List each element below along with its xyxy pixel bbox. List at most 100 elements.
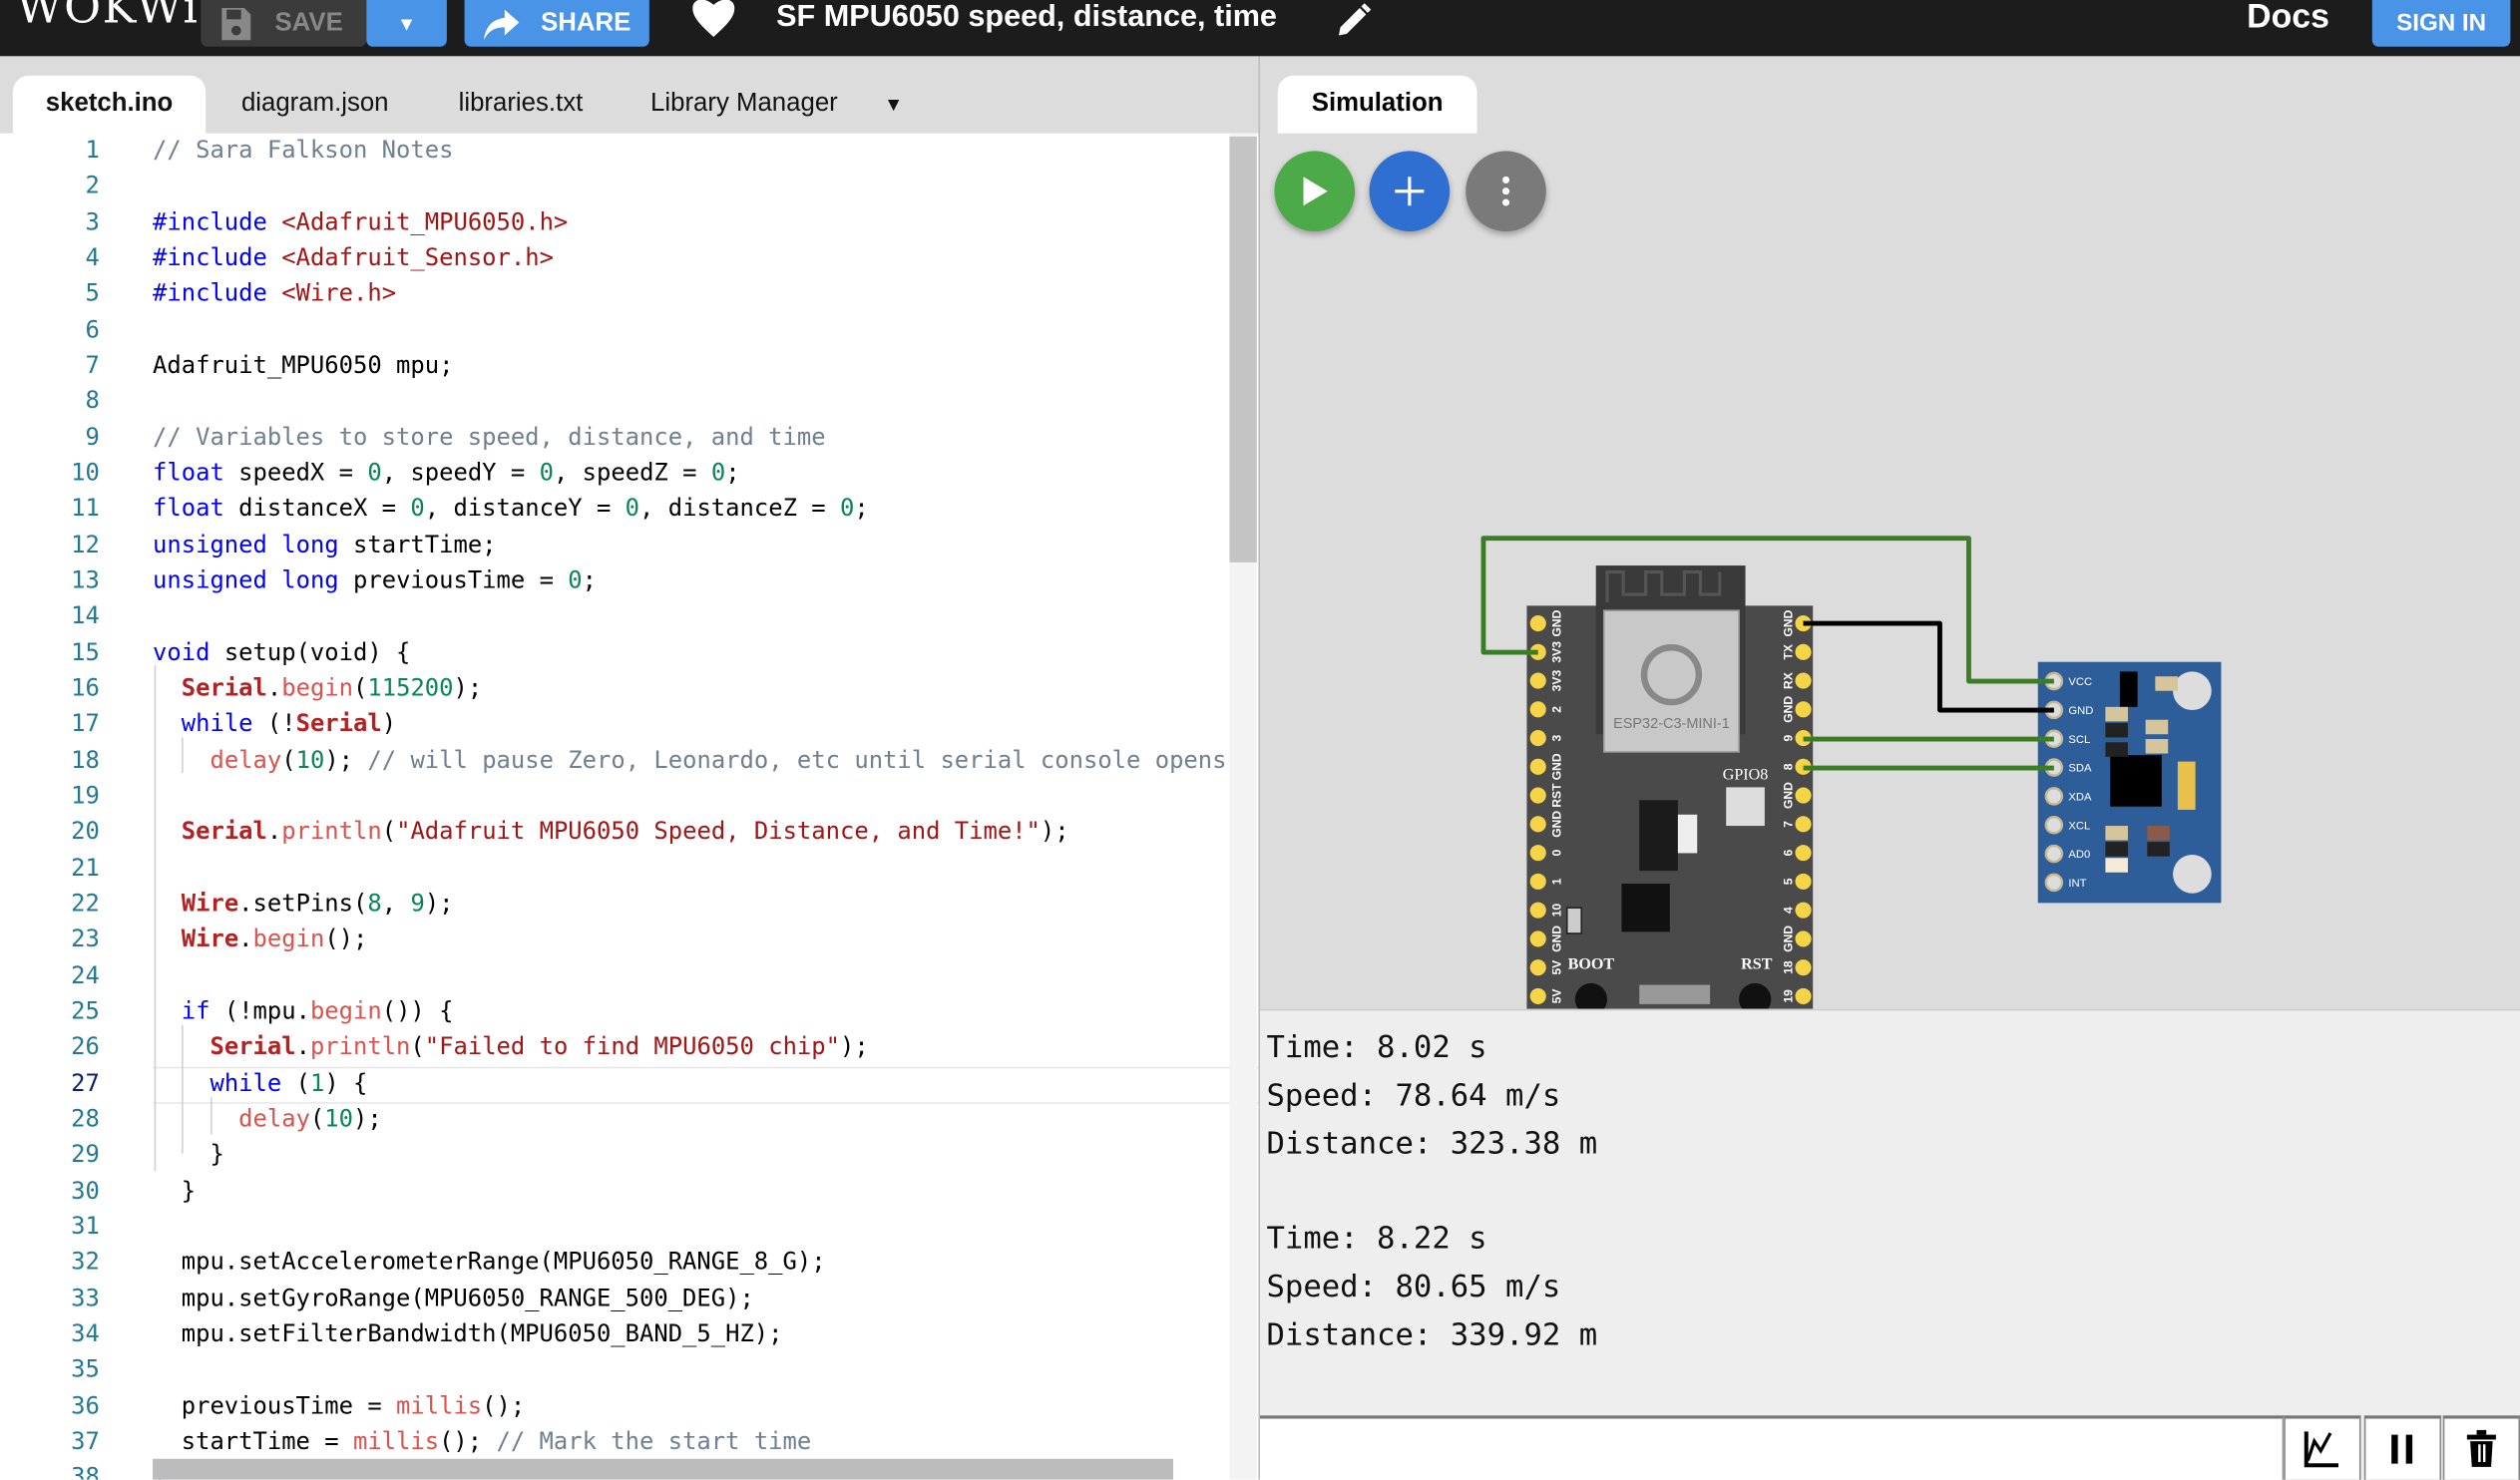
- circuit-diagram[interactable]: ESP32-C3-MINI-1 GPIO8 BOOT RST GND 3V3 3V3 2 3 GN…: [1260, 56, 2520, 1009]
- line-number: 13: [71, 566, 100, 594]
- code-line[interactable]: // Sara Falkson Notes: [153, 137, 453, 164]
- code-line[interactable]: Adafruit_MPU6050 mpu;: [153, 352, 453, 379]
- esp32-pin: [1795, 643, 1812, 660]
- mounting-hole: [2173, 671, 2212, 711]
- code-line[interactable]: while (!Serial): [153, 710, 396, 737]
- code-line[interactable]: #include <Adafruit_Sensor.h>: [153, 244, 554, 271]
- tab-libraries-txt[interactable]: libraries.txt: [431, 76, 611, 134]
- plotter-button[interactable]: [2284, 1415, 2361, 1480]
- code-line[interactable]: Serial.println("Adafruit MPU6050 Speed, …: [153, 818, 1069, 845]
- code-token: mpu.setFilterBandwidth(MPU6050_BAND_5_HZ…: [153, 1320, 783, 1348]
- code-line[interactable]: delay(10); // will pause Zero, Leonardo,…: [153, 746, 1226, 773]
- horizontal-scrollbar[interactable]: [153, 1458, 1174, 1480]
- code-line[interactable]: // Variables to store speed, distance, a…: [153, 424, 826, 451]
- code-token: void: [153, 638, 210, 666]
- code-token: begin: [309, 997, 382, 1025]
- line-number: 33: [71, 1285, 100, 1312]
- clear-button[interactable]: [2442, 1415, 2520, 1480]
- code-token: if: [181, 997, 210, 1025]
- code-line[interactable]: float distanceX = 0, distanceY = 0, dist…: [153, 496, 869, 523]
- code-line[interactable]: unsigned long startTime;: [153, 532, 497, 558]
- code-line[interactable]: Wire.begin();: [153, 925, 368, 953]
- pause-icon: [2391, 1434, 2413, 1464]
- capacitor: [2177, 761, 2196, 810]
- pin-label: RX: [1781, 672, 1795, 689]
- code-line[interactable]: void setup(void) {: [153, 639, 410, 666]
- smd-component: [2105, 742, 2128, 757]
- code-line[interactable]: Wire.setPins(8, 9);: [153, 890, 454, 917]
- share-label: SHARE: [541, 8, 631, 37]
- sign-in-button[interactable]: SIGN IN: [2371, 0, 2511, 47]
- save-button[interactable]: SAVE: [201, 0, 367, 47]
- code-line[interactable]: }: [153, 1141, 223, 1168]
- code-line[interactable]: unsigned long previousTime = 0;: [153, 567, 597, 594]
- esp32-pin: [1529, 873, 1546, 890]
- code-token: speedX =: [223, 459, 368, 488]
- line-number: 28: [71, 1105, 100, 1133]
- esp32-pin: [1795, 672, 1812, 689]
- code-line[interactable]: mpu.setFilterBandwidth(MPU6050_BAND_5_HZ…: [153, 1320, 783, 1348]
- serial-input[interactable]: [1260, 1415, 2285, 1480]
- line-number: 9: [85, 423, 100, 452]
- code-token: // will pause Zero, Leonardo, etc until …: [367, 746, 1227, 774]
- tab-sketch-ino[interactable]: sketch.ino: [12, 75, 207, 134]
- code-token: (!: [252, 710, 296, 738]
- code-editor[interactable]: 1// Sara Falkson Notes 2 3 #include <Adafru…: [0, 133, 1259, 1480]
- line-number: 10: [71, 459, 100, 488]
- pin-label: 1: [1549, 878, 1563, 885]
- code-token: unsigned: [153, 566, 267, 594]
- serial-line: Time: 8.22 s: [1266, 1221, 1487, 1258]
- line-number: 29: [71, 1141, 100, 1169]
- code-token: (: [281, 1069, 310, 1097]
- code-token: (: [410, 1033, 425, 1061]
- line-number: 25: [71, 997, 100, 1025]
- save-dropdown-button[interactable]: ▼: [366, 0, 447, 47]
- tabs-more-caret-icon[interactable]: ▼: [871, 76, 916, 134]
- serial-line: Distance: 339.92 m: [1266, 1316, 1598, 1353]
- code-token: .: [238, 925, 253, 953]
- code-line[interactable]: startTime = millis(); // Mark the start …: [153, 1428, 812, 1455]
- pin-label: 8: [1781, 763, 1795, 770]
- regulator-chip: [2119, 671, 2138, 707]
- share-button[interactable]: SHARE: [464, 0, 649, 47]
- code-line[interactable]: Serial.println("Failed to find MPU6050 c…: [153, 1033, 869, 1060]
- code-line[interactable]: mpu.setAccelerometerRange(MPU6050_RANGE_…: [153, 1249, 826, 1276]
- tab-diagram-json[interactable]: diagram.json: [218, 76, 411, 134]
- pause-button[interactable]: [2363, 1415, 2442, 1480]
- code-line[interactable]: #include <Wire.h>: [153, 280, 396, 307]
- pin-label: 5: [1781, 878, 1795, 885]
- wokwi-logo[interactable]: WOKWi: [16, 0, 200, 34]
- project-title[interactable]: SF MPU6050 speed, distance, time: [776, 0, 1277, 35]
- code-line[interactable]: while (1) {: [153, 1069, 367, 1096]
- code-token: ();: [482, 1392, 526, 1420]
- code-line[interactable]: if (!mpu.begin()) {: [153, 997, 454, 1025]
- vertical-scrollbar-thumb[interactable]: [1229, 136, 1257, 562]
- esp32-pin: [1795, 787, 1812, 804]
- esp32-pin: [1529, 758, 1546, 775]
- pencil-edit-icon[interactable]: [1334, 2, 1373, 41]
- code-line[interactable]: float speedX = 0, speedY = 0, speedZ = 0…: [153, 460, 740, 487]
- mpu-pin-label: SDA: [2068, 763, 2092, 775]
- code-line[interactable]: Serial.begin(115200);: [153, 675, 482, 702]
- line-number: 24: [71, 961, 100, 989]
- code-token: );: [839, 1033, 869, 1061]
- code-token: .: [266, 818, 282, 846]
- heart-icon[interactable]: [691, 0, 736, 39]
- pin-label: GND: [1781, 925, 1795, 952]
- smd-component: [2155, 676, 2178, 691]
- code-line[interactable]: previousTime = millis();: [153, 1392, 525, 1419]
- docs-link[interactable]: Docs: [2247, 0, 2329, 37]
- code-token: float: [153, 495, 224, 524]
- pin-label: 5V: [1549, 989, 1563, 1004]
- code-line[interactable]: delay(10);: [153, 1105, 382, 1132]
- tab-library-manager[interactable]: Library Manager: [630, 76, 859, 134]
- line-number: 35: [71, 1356, 100, 1384]
- code-line[interactable]: #include <Adafruit_MPU6050.h>: [153, 208, 568, 235]
- code-line[interactable]: mpu.setGyroRange(MPU6050_RANGE_500_DEG);: [153, 1285, 754, 1311]
- smd-component: [2105, 706, 2128, 722]
- code-line[interactable]: }: [153, 1177, 196, 1204]
